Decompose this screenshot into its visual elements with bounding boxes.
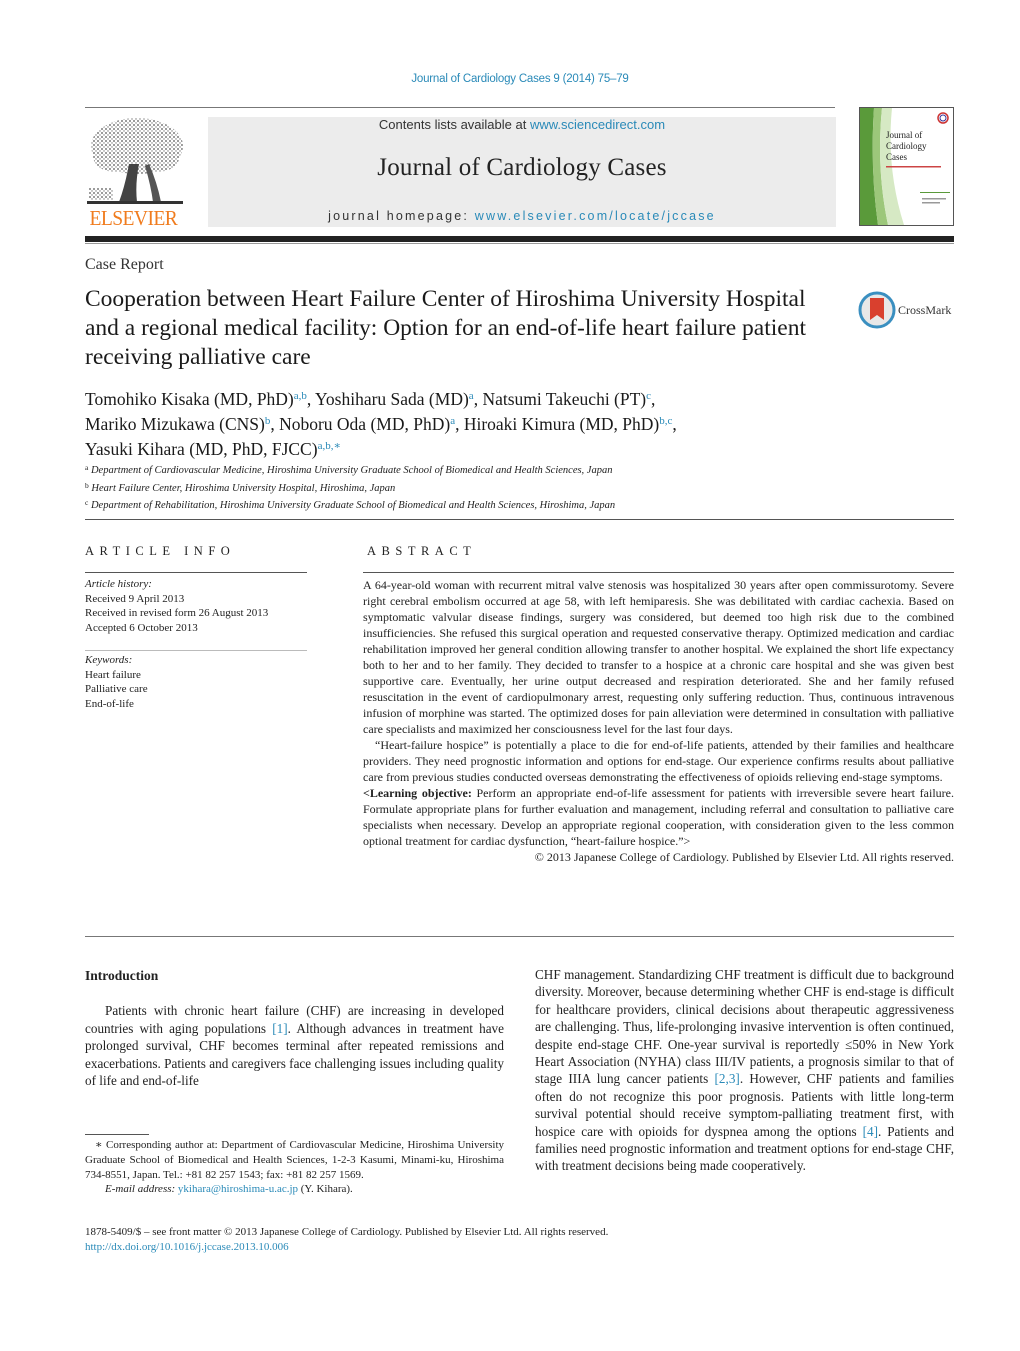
tree-icon [87, 118, 183, 204]
contents-prefix: Contents lists available at [378, 117, 530, 132]
divider [363, 572, 954, 573]
email-line: E-mail address: ykihara@hiroshima-u.ac.j… [105, 1183, 353, 1196]
contents-line: Contents lists available at www.scienced… [208, 117, 836, 132]
author[interactable]: Hiroaki Kimura (MD, PhD)b,c [464, 414, 673, 434]
front-matter-footer: 1878-5409/$ – see front matter © 2013 Ja… [85, 1225, 785, 1255]
keywords-label: Keywords: [85, 654, 133, 666]
revised-date: Received in revised form 26 August 2013 [85, 607, 269, 619]
keywords: Keywords: Heart failure Palliative care … [85, 653, 307, 711]
article-type: Case Report [85, 256, 164, 273]
cover-title-1: Journal of [886, 130, 922, 140]
divider [85, 936, 954, 937]
received-date: Received 9 April 2013 [85, 592, 185, 605]
journal-homepage-link[interactable]: www.elsevier.com/locate/jccase [475, 209, 716, 223]
crossmark-icon: CrossMark [858, 291, 951, 329]
crossmark-label: CrossMark [898, 303, 951, 317]
author[interactable]: Mariko Mizukawa (CNS)b [85, 414, 270, 434]
affiliation-sup: b,c [659, 415, 673, 427]
accepted-date: Accepted 6 October 2013 [85, 621, 198, 634]
footnote-rule [85, 1134, 149, 1135]
abstract-paragraph: A 64-year-old woman with recurrent mitra… [363, 578, 954, 736]
abstract-heading: ABSTRACT [367, 544, 477, 558]
cover-art-icon: Journal of Cardiology Cases [860, 108, 953, 225]
learning-objective: <Learning objective: Perform an appropri… [363, 786, 954, 848]
issn-line: 1878-5409/$ – see front matter © 2013 Ja… [85, 1226, 609, 1238]
affiliation-c: c Department of Rehabilitation, Hiroshim… [85, 498, 616, 511]
section-heading-introduction: Introduction [85, 968, 159, 983]
article-history: Article history: Received 9 April 2013 R… [85, 577, 307, 635]
divider [85, 650, 307, 651]
author[interactable]: Noboru Oda (MD, PhD)a [279, 414, 455, 434]
learning-objective-label: <Learning objective: [363, 786, 472, 800]
affiliations: a Department of Cardiovascular Medicine,… [85, 461, 885, 514]
journal-cover-thumbnail[interactable]: Journal of Cardiology Cases [859, 107, 954, 226]
affiliation-sup: a,b [293, 390, 307, 402]
homepage-prefix: journal homepage: [328, 209, 475, 223]
body-column-right: CHF management. Standardizing CHF treatm… [535, 966, 954, 1175]
homepage-line: journal homepage: www.elsevier.com/locat… [208, 209, 836, 223]
cover-title-2: Cardiology [886, 141, 927, 151]
corresponding-author-footnote: ∗ Corresponding author at: Department of… [85, 1138, 504, 1197]
affiliation-sup: a,b,∗ [317, 440, 341, 452]
article-info-heading: ARTICLE INFO [85, 544, 236, 558]
history-label: Article history: [85, 578, 152, 590]
affiliation-b: b Heart Failure Center, Hiroshima Univer… [85, 480, 396, 494]
author-list: Tomohiko Kisaka (MD, PhD)a,b, Yoshiharu … [85, 389, 677, 459]
running-head[interactable]: Journal of Cardiology Cases 9 (2014) 75–… [0, 73, 1020, 85]
body-paragraph: Patients with chronic heart failure (CHF… [85, 1003, 504, 1089]
divider [85, 572, 307, 573]
author[interactable]: Yoshiharu Sada (MD)a [315, 389, 474, 409]
affiliation-a: a Department of Cardiovascular Medicine,… [85, 463, 613, 476]
abstract-body: A 64-year-old woman with recurrent mitra… [363, 577, 954, 865]
reference-link[interactable]: [2,3] [715, 1071, 740, 1086]
header-thin-rule [85, 243, 954, 244]
keyword: Palliative care [85, 683, 148, 695]
author[interactable]: Tomohiko Kisaka (MD, PhD)a,b [85, 389, 307, 409]
author[interactable]: Natsumi Takeuchi (PT)c [482, 389, 651, 409]
sciencedirect-link[interactable]: www.sciencedirect.com [530, 117, 665, 132]
abstract-paragraph: “Heart-failure hospice” is potentially a… [363, 738, 954, 784]
elsevier-wordmark: ELSEVIER [89, 206, 178, 230]
corresponding-author-text: ∗ Corresponding author at: Department of… [85, 1139, 504, 1181]
abstract-copyright: © 2013 Japanese College of Cardiology. P… [534, 850, 954, 864]
author[interactable]: Yasuki Kihara (MD, PhD, FJCC)a,b,∗ [85, 439, 341, 459]
divider [85, 519, 954, 520]
cover-title-3: Cases [886, 152, 907, 162]
email-link[interactable]: ykihara@hiroshima-u.ac.jp [178, 1183, 298, 1195]
doi-link[interactable]: http://dx.doi.org/10.1016/j.jccase.2013.… [85, 1241, 289, 1253]
body-column-left: Introduction Patients with chronic heart… [85, 967, 504, 1089]
article-title: Cooperation between Heart Failure Center… [85, 286, 807, 370]
header-rule [85, 107, 835, 108]
keyword: Heart failure [85, 668, 141, 681]
journal-title: Journal of Cardiology Cases [377, 154, 667, 181]
crossmark-button[interactable]: CrossMark [858, 290, 958, 330]
body-paragraph: CHF management. Standardizing CHF treatm… [535, 967, 954, 1174]
header-thick-rule [85, 236, 954, 242]
reference-link[interactable]: [4] [863, 1124, 878, 1139]
keyword: End-of-life [85, 697, 134, 710]
reference-link[interactable]: [1] [272, 1021, 287, 1036]
